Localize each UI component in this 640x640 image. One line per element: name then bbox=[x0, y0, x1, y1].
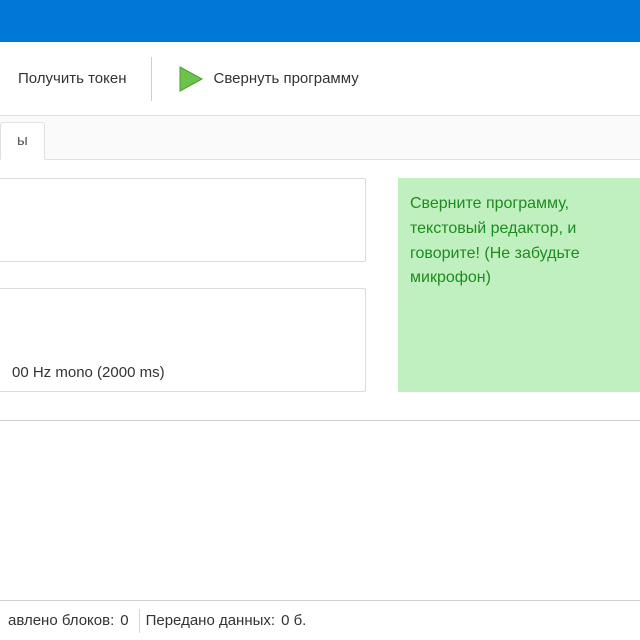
get-token-label: Получить токен bbox=[18, 70, 127, 87]
status-bytes: Передано данных: 0 б. bbox=[146, 609, 317, 633]
panel-audio-format: 00 Hz mono (2000 ms) bbox=[0, 288, 366, 392]
toolbar-separator bbox=[151, 57, 152, 101]
hint-text: Сверните программу, текстовый редактор, … bbox=[410, 195, 580, 286]
hint-box: Сверните программу, текстовый редактор, … bbox=[398, 178, 640, 392]
play-icon bbox=[176, 65, 204, 93]
status-blocks-label: авлено блоков: bbox=[8, 612, 114, 629]
content-area: 00 Hz mono (2000 ms) Сверните программу,… bbox=[0, 160, 640, 600]
minimize-program-label: Свернуть программу bbox=[214, 70, 359, 87]
window-titlebar bbox=[0, 0, 640, 42]
toolbar: Получить токен Свернуть программу bbox=[0, 42, 640, 116]
tab-main-label: ы bbox=[17, 132, 28, 149]
panel-upper bbox=[0, 178, 366, 262]
status-bar: авлено блоков: 0 Передано данных: 0 б. bbox=[0, 600, 640, 640]
status-bytes-label: Передано данных: bbox=[146, 612, 275, 629]
tab-main[interactable]: ы bbox=[0, 122, 45, 160]
tab-strip: ы bbox=[0, 116, 640, 160]
status-blocks: авлено блоков: 0 bbox=[8, 609, 140, 633]
status-blocks-value: 0 bbox=[120, 612, 128, 629]
status-bytes-value: 0 б. bbox=[281, 612, 306, 629]
minimize-program-button[interactable]: Свернуть программу bbox=[164, 51, 371, 107]
content-divider bbox=[0, 420, 640, 421]
audio-format-text: 00 Hz mono (2000 ms) bbox=[12, 364, 165, 381]
get-token-button[interactable]: Получить токен bbox=[6, 51, 139, 107]
